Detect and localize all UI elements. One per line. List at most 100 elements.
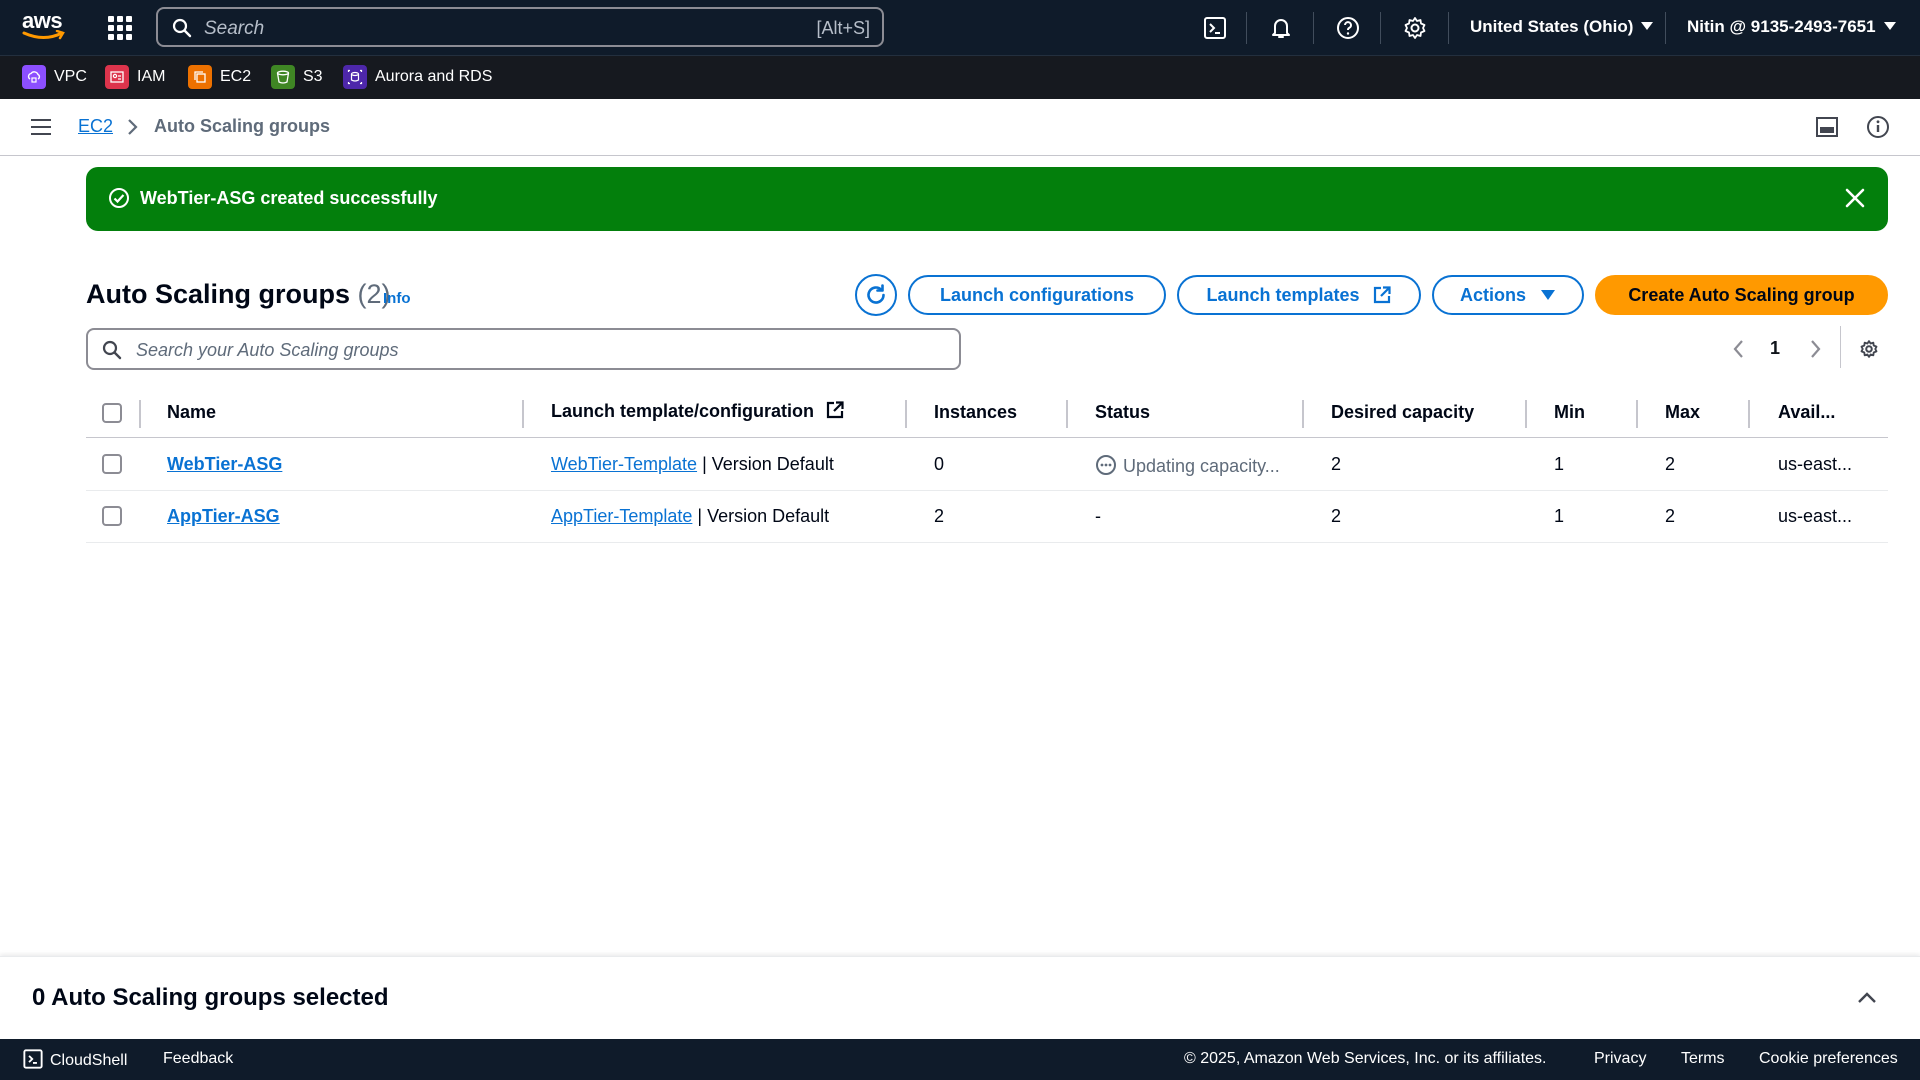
next-page-icon[interactable] xyxy=(1806,338,1824,360)
template-version: | Version Default xyxy=(697,506,830,526)
favorite-label: Aurora and RDS xyxy=(375,68,493,85)
previous-page-icon[interactable] xyxy=(1730,338,1748,360)
favorite-vpc[interactable]: VPC xyxy=(22,65,87,89)
max-cell: 2 xyxy=(1665,454,1676,474)
availability-cell: us-east... xyxy=(1778,454,1853,474)
info-link[interactable]: Info xyxy=(383,290,411,307)
column-separator xyxy=(1525,400,1527,428)
breadcrumb-bar: EC2 Auto Scaling groups xyxy=(0,99,1920,156)
column-header-status[interactable]: Status xyxy=(1095,402,1150,423)
external-link-icon xyxy=(826,401,844,419)
region-selector[interactable]: United States (Ohio) xyxy=(1470,17,1654,37)
nav-separator xyxy=(1665,12,1666,44)
gear-icon[interactable] xyxy=(1401,14,1429,42)
favorite-ec2[interactable]: EC2 xyxy=(188,65,251,89)
availability-cell: us-east... xyxy=(1778,506,1853,526)
template-link[interactable]: WebTier-Template xyxy=(551,454,697,474)
terms-link[interactable]: Terms xyxy=(1681,1050,1725,1068)
template-version: | Version Default xyxy=(702,454,834,474)
column-header-max[interactable]: Max xyxy=(1665,402,1700,423)
close-icon[interactable] xyxy=(1844,187,1866,209)
column-separator xyxy=(1302,400,1304,428)
column-header-min[interactable]: Min xyxy=(1554,402,1585,423)
info-icon[interactable] xyxy=(1866,115,1890,139)
console-footer: CloudShell Feedback © 2025, Amazon Web S… xyxy=(0,1039,1920,1080)
cloudshell-footer-button[interactable]: CloudShell xyxy=(22,1048,127,1070)
rds-icon xyxy=(343,65,367,89)
row-checkbox[interactable] xyxy=(102,506,122,526)
breadcrumb-ec2-link[interactable]: EC2 xyxy=(78,116,113,137)
column-separator xyxy=(905,400,907,428)
current-page[interactable]: 1 xyxy=(1770,338,1780,359)
table-row[interactable]: AppTier-ASG AppTier-Template | Version D… xyxy=(86,491,1888,543)
status-cell: Updating capacity... xyxy=(1095,454,1280,477)
search-shortcut: [Alt+S] xyxy=(816,18,870,38)
s3-icon xyxy=(271,65,295,89)
table-preferences-gear-icon[interactable] xyxy=(1858,338,1880,360)
launch-templates-button[interactable]: Launch templates xyxy=(1177,275,1421,315)
caret-down-icon xyxy=(1883,22,1896,30)
table-row[interactable]: WebTier-ASG WebTier-Template | Version D… xyxy=(86,439,1888,491)
asg-name-link[interactable]: AppTier-ASG xyxy=(167,506,280,527)
help-icon[interactable] xyxy=(1334,14,1362,42)
column-header-template[interactable]: Launch template/configuration xyxy=(551,400,845,422)
launch-configurations-button[interactable]: Launch configurations xyxy=(908,275,1166,315)
copyright-text: © 2025, Amazon Web Services, Inc. or its… xyxy=(1184,1050,1547,1067)
page-title: Auto Scaling groups (2) xyxy=(86,279,391,310)
favorite-aurora-rds[interactable]: Aurora and RDS xyxy=(343,65,492,89)
bell-icon[interactable] xyxy=(1267,14,1295,42)
favorite-s3[interactable]: S3 xyxy=(271,65,323,89)
iam-icon xyxy=(105,65,129,89)
chevron-right-icon xyxy=(128,119,138,135)
create-auto-scaling-group-button[interactable]: Create Auto Scaling group xyxy=(1595,275,1888,315)
column-separator xyxy=(522,400,524,428)
actions-label: Actions xyxy=(1459,284,1526,305)
global-search-input[interactable]: Search [Alt+S] xyxy=(156,7,884,47)
column-header-desired-capacity[interactable]: Desired capacity xyxy=(1331,402,1474,423)
feedback-link[interactable]: Feedback xyxy=(163,1050,233,1068)
cookie-preferences-link[interactable]: Cookie preferences xyxy=(1759,1050,1898,1068)
chevron-up-icon[interactable] xyxy=(1856,989,1878,1005)
nav-separator xyxy=(1313,12,1314,44)
refresh-button[interactable] xyxy=(855,274,897,316)
nav-separator xyxy=(1380,12,1381,44)
services-menu-icon[interactable] xyxy=(108,16,132,40)
column-header-instances[interactable]: Instances xyxy=(934,402,1017,423)
template-cell: WebTier-Template | Version Default xyxy=(551,454,834,475)
favorite-label: IAM xyxy=(137,68,166,85)
account-menu[interactable]: Nitin @ 9135-2493-7651 xyxy=(1687,17,1896,37)
split-panel: 0 Auto Scaling groups selected xyxy=(0,956,1920,1039)
top-navigation: aws Search [Alt+S] United States (Ohio) … xyxy=(0,0,1920,55)
favorite-iam[interactable]: IAM xyxy=(105,65,165,89)
aws-logo[interactable]: aws xyxy=(22,10,68,44)
column-separator xyxy=(1066,400,1068,428)
page-title-text: Auto Scaling groups xyxy=(86,279,351,309)
cloudshell-icon[interactable] xyxy=(1201,14,1229,42)
hamburger-menu-icon[interactable] xyxy=(31,119,51,135)
privacy-link[interactable]: Privacy xyxy=(1594,1050,1646,1068)
column-header-template-label: Launch template/configuration xyxy=(551,401,815,421)
search-icon xyxy=(172,18,192,38)
asg-search-input[interactable]: Search your Auto Scaling groups xyxy=(86,328,961,370)
status-cell: - xyxy=(1095,506,1101,526)
cloudshell-label: CloudShell xyxy=(50,1052,128,1069)
split-panel-icon[interactable] xyxy=(1815,115,1839,139)
max-cell: 2 xyxy=(1665,506,1676,526)
search-icon xyxy=(102,340,122,360)
split-panel-title: 0 Auto Scaling groups selected xyxy=(32,984,389,1011)
favorite-label: EC2 xyxy=(220,68,252,85)
column-header-availability[interactable]: Avail... xyxy=(1778,402,1835,423)
table-header: Name Launch template/configuration Insta… xyxy=(86,392,1888,438)
select-all-checkbox[interactable] xyxy=(102,403,122,423)
row-checkbox[interactable] xyxy=(102,454,122,474)
asg-name-link[interactable]: WebTier-ASG xyxy=(167,454,282,475)
cloudshell-icon xyxy=(23,1049,43,1069)
column-header-name[interactable]: Name xyxy=(167,402,216,423)
template-link[interactable]: AppTier-Template xyxy=(551,506,692,526)
flash-message: WebTier-ASG created successfully xyxy=(140,188,438,208)
nav-separator xyxy=(1246,12,1247,44)
global-search-placeholder: Search xyxy=(204,18,265,39)
asg-search-placeholder: Search your Auto Scaling groups xyxy=(136,340,399,360)
actions-button[interactable]: Actions xyxy=(1432,275,1584,315)
caret-down-icon xyxy=(1541,290,1555,300)
